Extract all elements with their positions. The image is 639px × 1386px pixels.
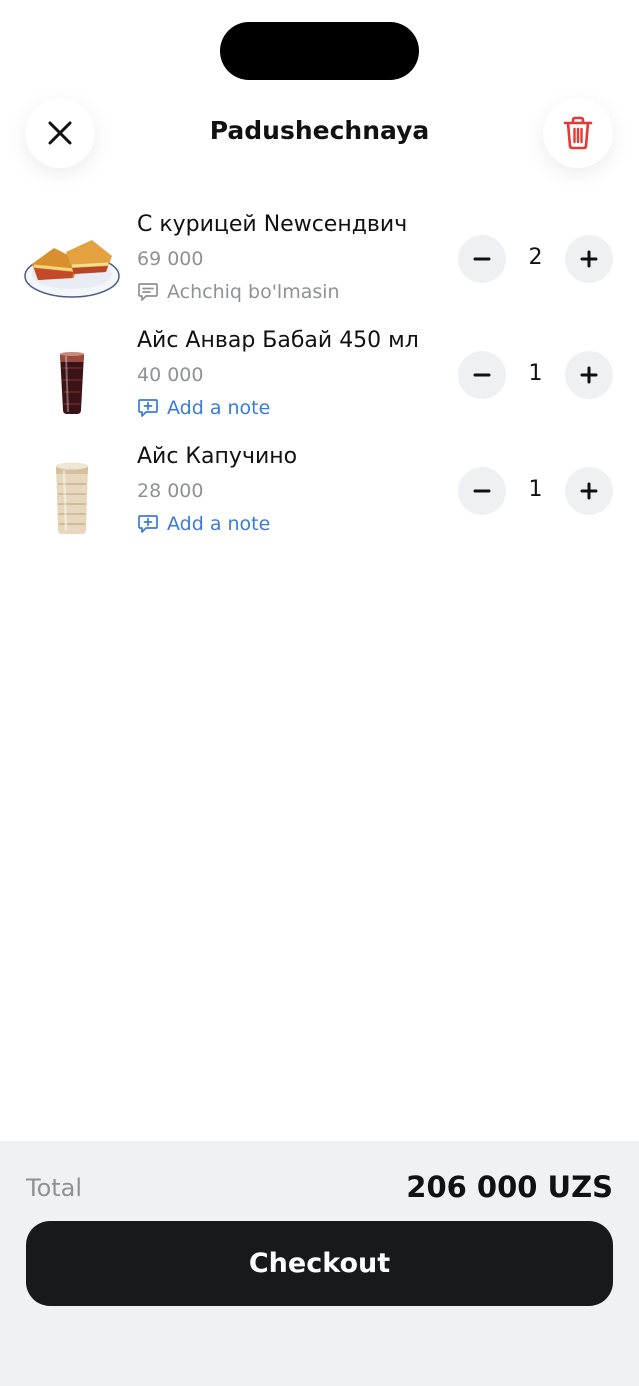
- sandwich-image: [24, 240, 120, 298]
- add-note-label: Add a note: [167, 513, 271, 535]
- total-label: Total: [26, 1174, 83, 1202]
- dynamic-island: [220, 22, 419, 80]
- close-button[interactable]: [25, 98, 95, 168]
- page-title: Padushechnaya: [209, 116, 430, 145]
- close-icon: [48, 121, 72, 145]
- add-note-button[interactable]: Add a note: [137, 397, 270, 419]
- item-name: Айс Анвар Бабай 450 мл: [137, 328, 419, 353]
- item-note[interactable]: Achchiq bo'lmasin: [137, 281, 340, 303]
- cart-screen: Padushechnaya С курицей Newсендвич 69 00…: [0, 0, 639, 1386]
- item-name: Айс Капучино: [137, 444, 298, 469]
- plus-icon: [580, 366, 598, 384]
- item-price: 69 000: [137, 248, 204, 270]
- decrease-button[interactable]: [458, 351, 506, 399]
- trash-icon: [563, 116, 593, 150]
- checkout-button[interactable]: Checkout: [26, 1221, 613, 1306]
- item-name: С курицей Newсендвич: [137, 212, 408, 237]
- decrease-button[interactable]: [458, 467, 506, 515]
- quantity-value: 1: [528, 477, 543, 502]
- add-comment-icon: [138, 399, 158, 417]
- increase-button[interactable]: [565, 467, 613, 515]
- plus-icon: [580, 250, 598, 268]
- quantity-stepper: 1: [458, 467, 613, 515]
- decrease-button[interactable]: [458, 235, 506, 283]
- item-price: 28 000: [137, 480, 204, 502]
- quantity-stepper: 2: [458, 235, 613, 283]
- checkout-footer: Total 206 000 UZS Checkout: [0, 1141, 639, 1386]
- plus-icon: [580, 482, 598, 500]
- cart-item: С курицей Newсендвич 69 000 Achchiq bo'l…: [0, 210, 639, 320]
- minus-icon: [473, 257, 491, 261]
- quantity-value: 1: [528, 361, 543, 386]
- iced-cola-glass-image: [60, 352, 84, 414]
- item-note-text: Achchiq bo'lmasin: [167, 281, 340, 303]
- add-comment-icon: [138, 515, 158, 533]
- quantity-value: 2: [528, 245, 543, 270]
- minus-icon: [473, 373, 491, 377]
- increase-button[interactable]: [565, 235, 613, 283]
- comment-icon: [138, 283, 158, 301]
- minus-icon: [473, 489, 491, 493]
- quantity-stepper: 1: [458, 351, 613, 399]
- add-note-button[interactable]: Add a note: [137, 513, 270, 535]
- item-price: 40 000: [137, 364, 204, 386]
- iced-cappuccino-cup-image: [56, 462, 88, 534]
- cart-item: Айс Анвар Бабай 450 мл 40 000 Add a note…: [0, 326, 639, 436]
- cart-item: Айс Капучино 28 000 Add a note 1: [0, 442, 639, 552]
- add-note-label: Add a note: [167, 397, 271, 419]
- increase-button[interactable]: [565, 351, 613, 399]
- total-value: 206 000 UZS: [406, 1170, 613, 1204]
- clear-cart-button[interactable]: [543, 98, 613, 168]
